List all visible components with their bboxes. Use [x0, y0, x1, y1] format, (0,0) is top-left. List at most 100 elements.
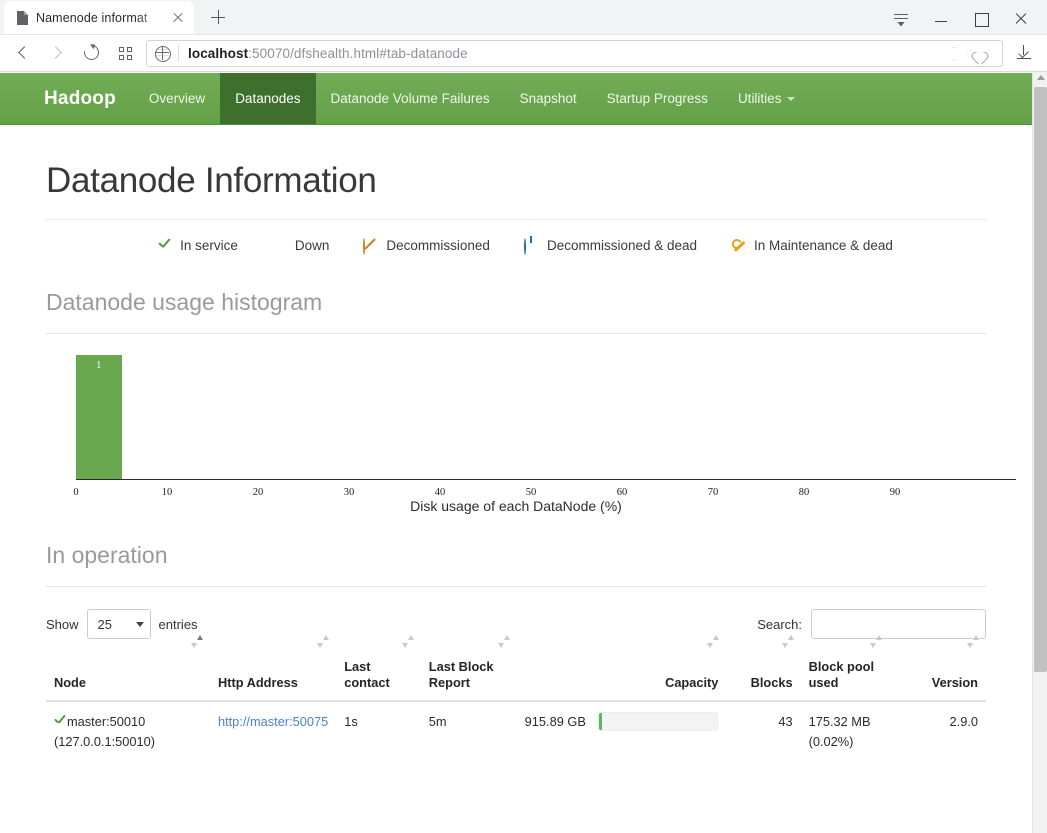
column-header-last-block-report[interactable]: Last Block Report	[420, 635, 517, 702]
cell-blocks: 43	[778, 713, 793, 729]
sort-icon	[781, 635, 794, 648]
nav-item-utilities[interactable]: Utilities	[723, 73, 811, 124]
down-circle-icon	[272, 238, 287, 253]
chart-plot-area: 1 0 10 20 30 40 50 60 70 80 90	[73, 355, 1016, 498]
search-input[interactable]	[811, 609, 986, 639]
node-ip: (127.0.0.1:50010)	[54, 733, 156, 749]
x-axis	[76, 478, 1016, 480]
wrench-icon	[731, 238, 746, 253]
nav-label: Startup Progress	[606, 91, 708, 106]
x-axis-tick: 60	[616, 487, 628, 498]
legend-label: In service	[180, 238, 238, 253]
legend-item-decommissioned-dead: Decommissioned & dead	[523, 238, 698, 255]
nav-item-datanode-volume-failures[interactable]: Datanode Volume Failures	[316, 73, 505, 124]
column-header-capacity[interactable]: Capacity	[516, 635, 727, 702]
window-controls	[881, 0, 1041, 35]
url-path: :50070/dfshealth.html#tab-datanode	[248, 45, 468, 61]
sort-icon	[967, 635, 979, 648]
nav-item-datanodes[interactable]: Datanodes	[220, 73, 316, 124]
http-address-link[interactable]: http://master:50075	[218, 714, 328, 729]
power-icon	[523, 238, 539, 255]
status-legend: In service Down Decommissioned Decommiss…	[46, 220, 986, 263]
minimize-icon[interactable]	[921, 2, 961, 34]
close-window-icon[interactable]	[1001, 2, 1041, 34]
page-viewport: Hadoop Overview Datanodes Datanode Volum…	[0, 73, 1047, 833]
browser-titlebar: Namenode informat	[0, 0, 1047, 35]
column-header-block-pool-used[interactable]: Block pool used	[800, 635, 890, 702]
scrollbar-thumb[interactable]	[1034, 87, 1047, 672]
nav-item-overview[interactable]: Overview	[134, 73, 220, 124]
capacity-progress-bar	[598, 711, 719, 731]
sort-icon	[870, 635, 883, 648]
cell-http-address: http://master:50075	[210, 701, 336, 762]
datanode-table: Node Http Address Last contact Last Bloc…	[46, 635, 986, 762]
sort-icon	[497, 635, 510, 648]
cell-node: master:50010 (127.0.0.1:50010)	[46, 701, 210, 762]
send-arrow-icon[interactable]	[950, 41, 972, 65]
column-label: Last contact	[344, 659, 390, 690]
hadoop-navbar: Hadoop Overview Datanodes Datanode Volum…	[0, 73, 1032, 125]
address-bar[interactable]: localhost:50070/dfshealth.html#tab-datan…	[146, 39, 1003, 67]
entries-label: entries	[158, 616, 198, 632]
x-axis-tick: 90	[889, 487, 901, 498]
legend-item-in-service: In service	[157, 238, 238, 253]
column-label: Blocks	[750, 674, 793, 690]
legend-label: Down	[294, 238, 330, 253]
histogram-bar[interactable]: 1	[76, 355, 122, 479]
page-size-value: 25	[97, 616, 112, 632]
column-label: Capacity	[665, 674, 719, 690]
nav-item-snapshot[interactable]: Snapshot	[505, 73, 592, 124]
legend-label: Decommissioned & dead	[546, 238, 698, 253]
close-icon[interactable]	[170, 10, 186, 26]
hadoop-page: Hadoop Overview Datanodes Datanode Volum…	[0, 73, 1032, 833]
column-label: Block pool used	[808, 659, 875, 690]
show-label: Show	[46, 616, 79, 632]
x-axis-tick: 40	[434, 487, 446, 498]
column-header-blocks[interactable]: Blocks	[726, 635, 801, 702]
page-size-select[interactable]: 25	[86, 609, 151, 639]
in-operation-heading: In operation	[46, 542, 168, 568]
chevron-down-icon	[135, 621, 144, 627]
table-row[interactable]: master:50010 (127.0.0.1:50010) http://ma…	[46, 701, 986, 762]
forward-arrow-icon[interactable]	[40, 38, 74, 68]
column-header-version[interactable]: Version	[889, 635, 986, 702]
x-axis-label: Disk usage of each DataNode (%)	[410, 498, 622, 514]
page-title: Datanode Information	[46, 161, 377, 200]
column-label: Version	[931, 674, 978, 690]
legend-item-down: Down	[272, 238, 330, 253]
maximize-icon[interactable]	[961, 2, 1001, 34]
column-label: Last Block Report	[428, 659, 494, 690]
cell-capacity: 915.89 GB	[517, 701, 727, 762]
histogram-bar-label: 1	[96, 360, 102, 371]
menu-icon[interactable]	[881, 2, 921, 34]
back-arrow-icon[interactable]	[6, 38, 40, 68]
brand-logo[interactable]: Hadoop	[0, 73, 134, 124]
legend-item-decommissioned: Decommissioned	[363, 238, 490, 255]
scroll-up-icon[interactable]	[1036, 75, 1045, 80]
legend-label: In Maintenance & dead	[754, 238, 893, 253]
check-icon	[157, 238, 172, 253]
capacity-value: 915.89 GB	[524, 713, 586, 729]
nav-item-startup-progress[interactable]: Startup Progress	[592, 73, 723, 124]
column-header-http-address[interactable]: Http Address	[209, 635, 337, 702]
page-content: Datanode Information In service Down Dec…	[0, 125, 1032, 762]
page-scrollbar[interactable]	[1032, 73, 1047, 833]
table-header: Node Http Address Last contact Last Bloc…	[46, 635, 986, 702]
table-controls: Show 25 entries Search:	[46, 587, 986, 639]
nav-label: Utilities	[737, 91, 782, 106]
sort-icon	[707, 635, 720, 648]
x-axis-tick: 30	[343, 487, 355, 498]
table-body: master:50010 (127.0.0.1:50010) http://ma…	[46, 701, 986, 762]
column-header-last-contact[interactable]: Last contact	[336, 635, 421, 702]
new-tab-button[interactable]	[204, 3, 232, 31]
reload-icon[interactable]	[74, 38, 108, 68]
browser-tab[interactable]: Namenode informat	[4, 1, 194, 34]
heart-icon[interactable]	[972, 41, 994, 65]
grid-apps-icon[interactable]	[108, 38, 142, 68]
legend-label: Decommissioned	[386, 238, 490, 253]
cell-block-pool-used: 175.32 MB (0.02%)	[801, 701, 889, 762]
column-header-node[interactable]: Node	[46, 635, 210, 702]
x-axis-tick: 80	[798, 487, 810, 498]
download-icon[interactable]	[1007, 38, 1041, 68]
url-host: localhost	[188, 45, 249, 61]
